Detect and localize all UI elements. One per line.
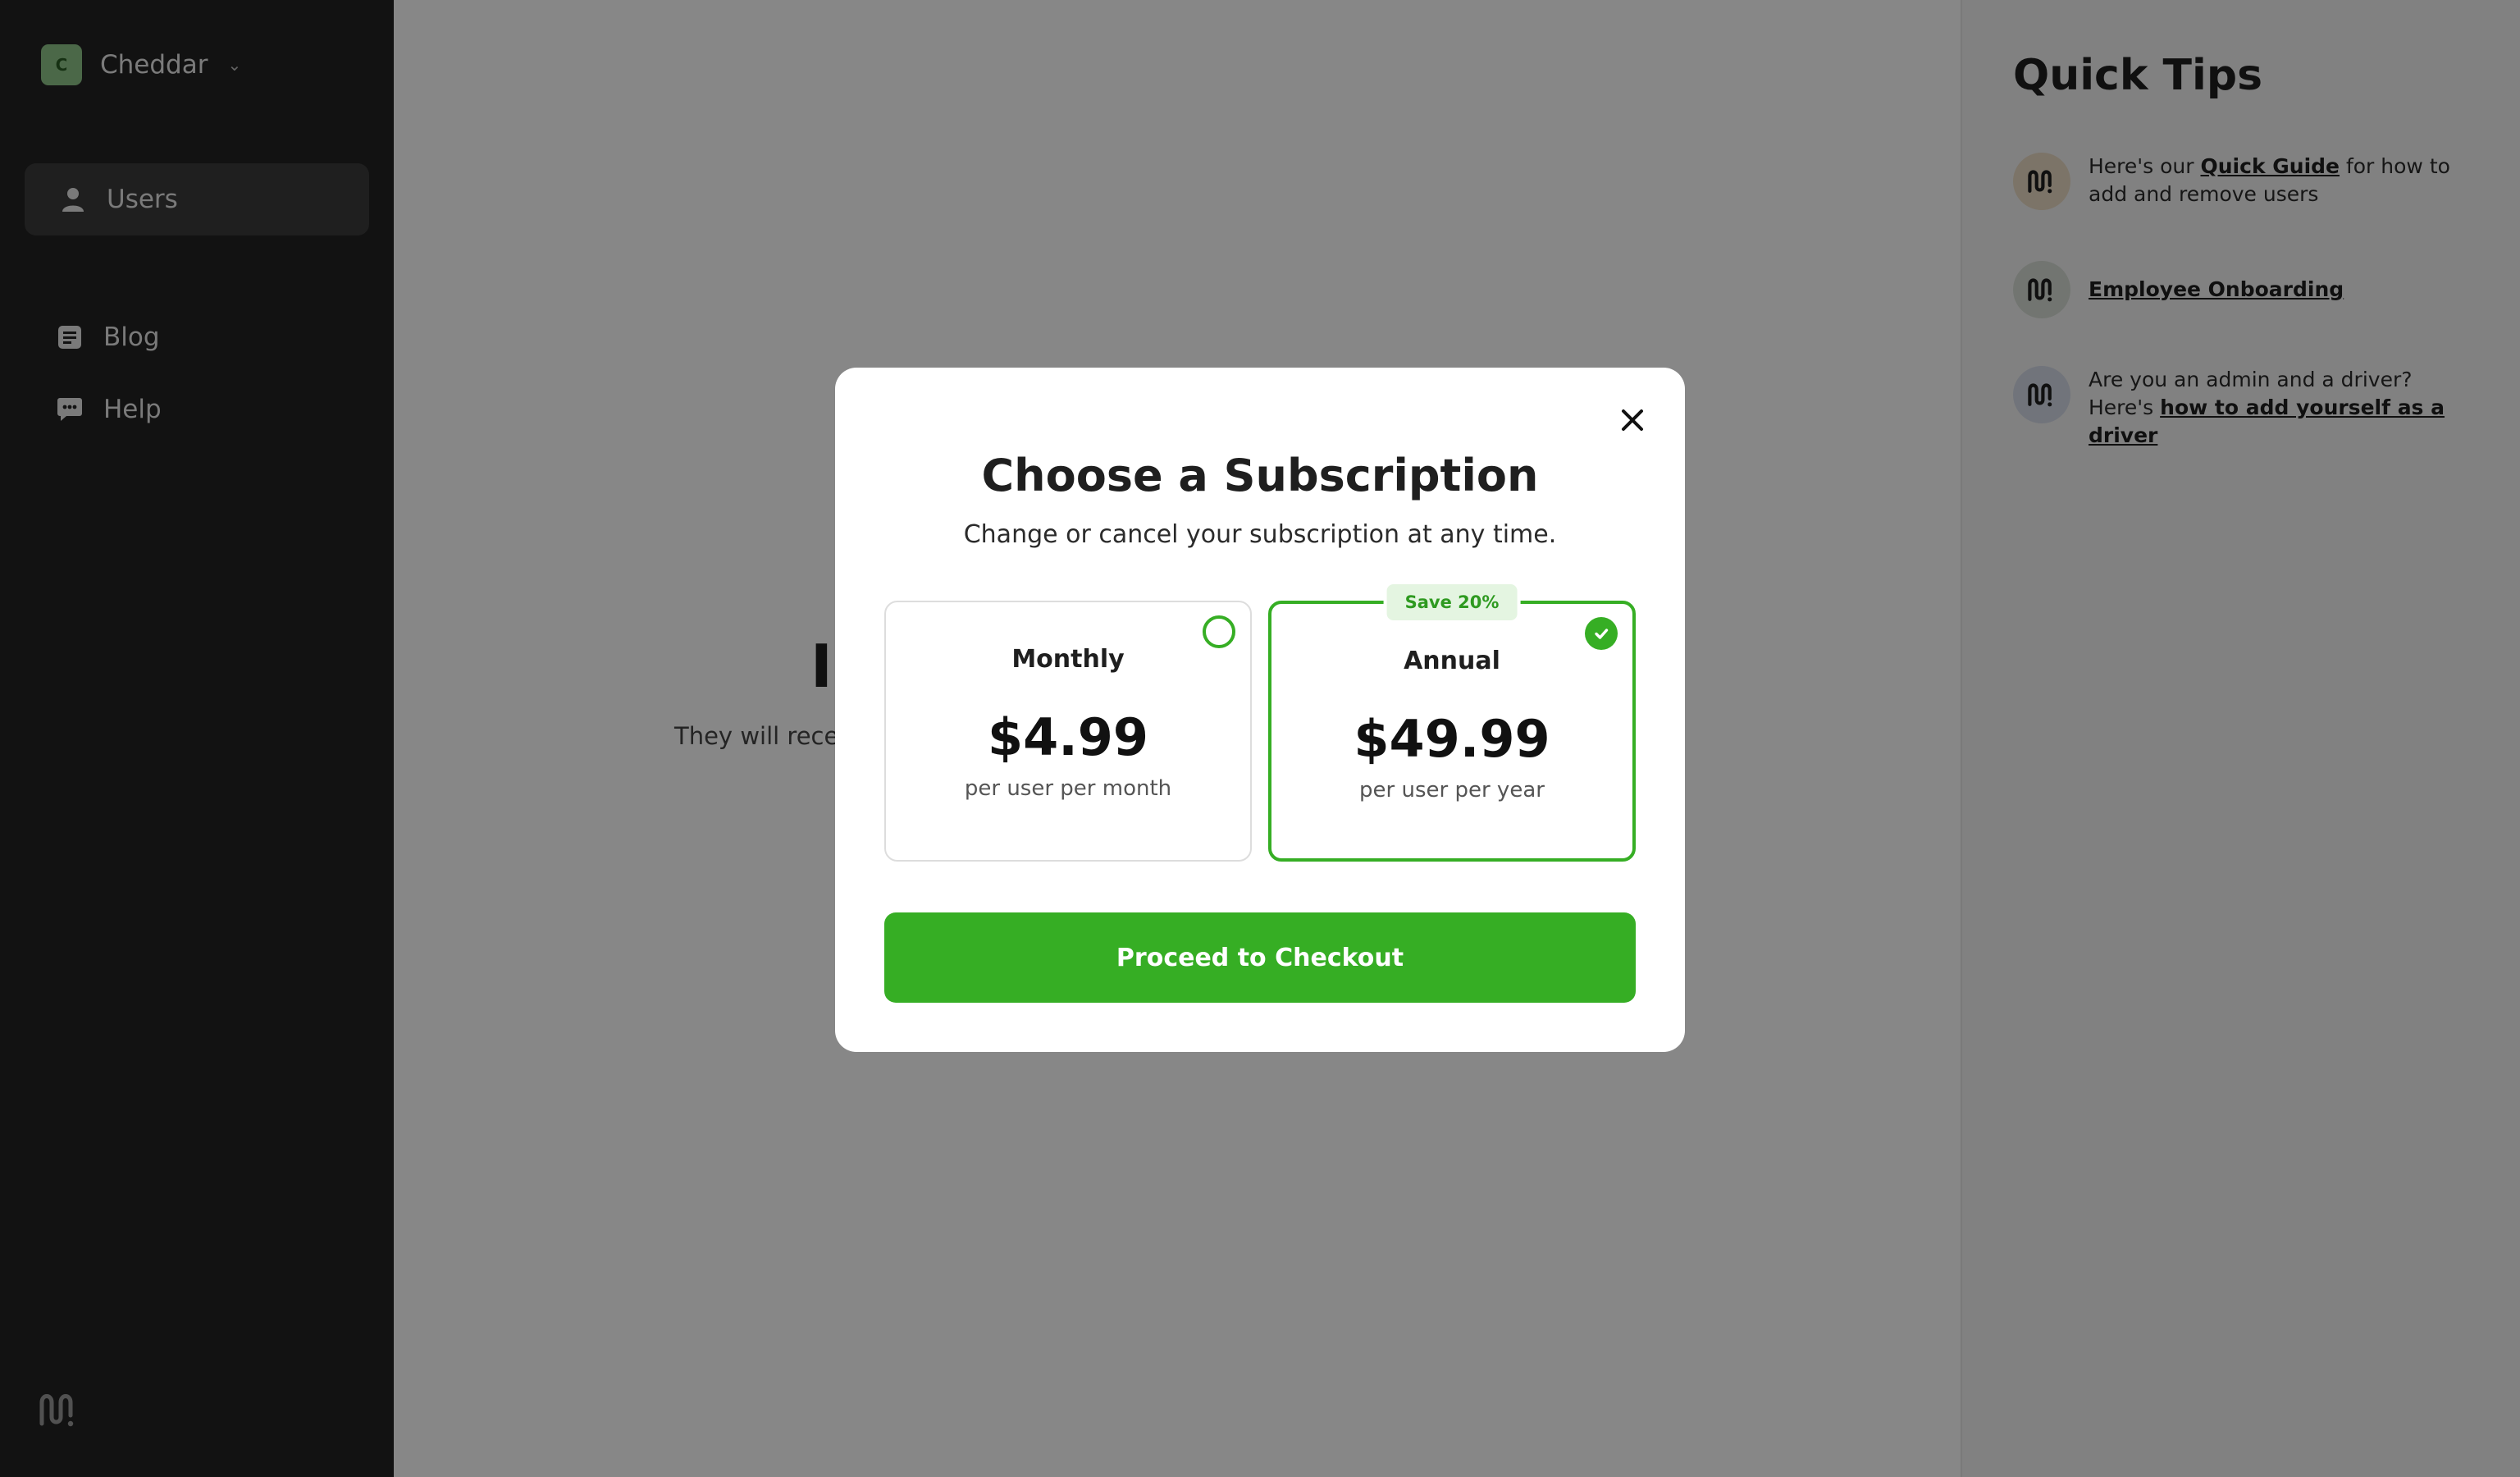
plan-name: Monthly [1011,645,1125,674]
plan-card-monthly[interactable]: Monthly $4.99 per user per month [884,601,1252,862]
plan-price: $4.99 [987,707,1149,767]
close-icon [1622,409,1643,431]
plan-period: per user per month [964,776,1172,801]
subscription-modal: Choose a Subscription Change or cancel y… [835,368,1685,1052]
radio-unselected-icon[interactable] [1203,615,1235,648]
close-button[interactable] [1614,402,1650,438]
modal-subtitle: Change or cancel your subscription at an… [963,520,1557,549]
proceed-to-checkout-button[interactable]: Proceed to Checkout [884,912,1636,1003]
checkmark-icon[interactable] [1585,617,1618,650]
plan-price: $49.99 [1354,709,1550,769]
modal-title: Choose a Subscription [981,450,1539,501]
plan-card-annual[interactable]: Save 20% Annual $49.99 per user per year [1268,581,1636,862]
plan-name: Annual [1404,647,1500,675]
plan-period: per user per year [1359,778,1545,803]
save-badge: Save 20% [1383,581,1521,624]
